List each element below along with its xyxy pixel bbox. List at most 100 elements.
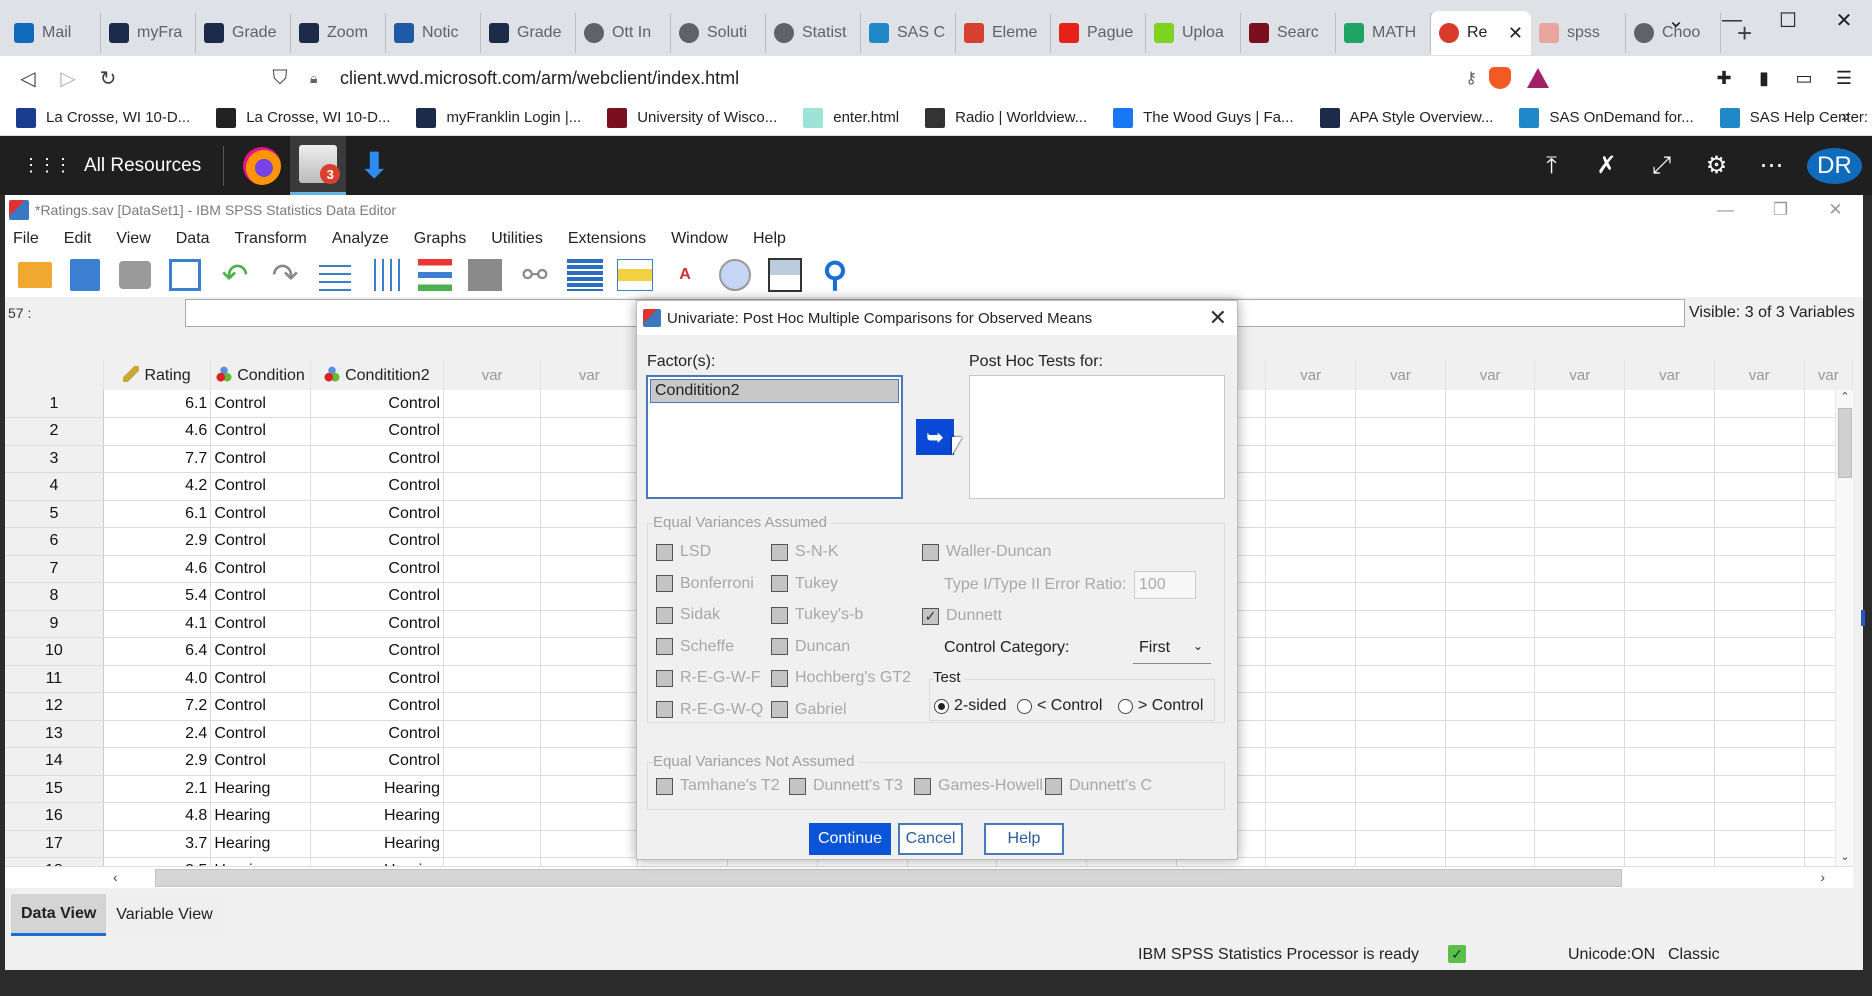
row-number[interactable]: 11 [5, 665, 104, 693]
empty-cell[interactable] [1265, 500, 1357, 528]
checkbox-box[interactable] [771, 669, 788, 687]
bookmark-item[interactable]: enter.html [803, 107, 899, 128]
checkbox-box[interactable] [771, 638, 788, 655]
cell-rating[interactable]: 4.8 [103, 802, 212, 831]
empty-cell[interactable] [1265, 692, 1357, 721]
empty-cell[interactable] [1355, 802, 1446, 831]
cell-rating[interactable]: 6.4 [103, 637, 212, 666]
empty-cell[interactable] [540, 857, 639, 866]
empty-cell[interactable] [1624, 555, 1715, 583]
cell-condition[interactable]: Control [210, 747, 311, 776]
empty-cell[interactable] [1445, 555, 1536, 583]
empty-cell[interactable] [1355, 692, 1446, 721]
browser-tab[interactable]: Grade [481, 13, 576, 53]
browser-tab[interactable]: Ott In [576, 13, 671, 53]
brave-rewards-icon[interactable] [1527, 68, 1549, 88]
browser-tab[interactable]: Pague [1051, 13, 1146, 53]
empty-cell[interactable] [1714, 445, 1805, 473]
empty-column-header[interactable]: var [1624, 360, 1715, 390]
column-header-conditition2[interactable]: Conditition2 [310, 360, 445, 390]
unpin-icon[interactable]: ✗ [1579, 151, 1634, 180]
all-resources-button[interactable]: All Resources [84, 155, 201, 177]
tab-data-view[interactable]: Data View [11, 894, 107, 936]
cell-rating[interactable]: 4.6 [103, 555, 212, 583]
cell-rating[interactable]: 2.9 [103, 747, 212, 776]
empty-column-header[interactable]: var [540, 360, 639, 390]
close-tab-icon[interactable]: ✕ [1508, 23, 1523, 44]
cell-condition2[interactable]: Hearing [310, 775, 445, 803]
empty-cell[interactable] [1714, 582, 1805, 611]
column-header-rating[interactable]: Rating [103, 360, 212, 390]
forward-icon[interactable]: ▷ [48, 66, 88, 91]
cell-condition2[interactable]: Control [310, 445, 445, 473]
empty-cell[interactable] [540, 472, 639, 501]
empty-cell[interactable] [1624, 775, 1715, 803]
row-number[interactable]: 9 [5, 610, 104, 638]
empty-cell[interactable] [1714, 500, 1805, 528]
empty-cell[interactable] [1714, 637, 1805, 666]
empty-cell[interactable] [1355, 665, 1446, 693]
empty-cell[interactable] [540, 582, 639, 611]
minimize-icon[interactable]: — [1704, 0, 1760, 40]
factor-item[interactable]: Conditition2 [650, 379, 899, 403]
empty-cell[interactable] [443, 692, 542, 721]
empty-cell[interactable] [540, 500, 639, 528]
empty-cell[interactable] [1265, 527, 1357, 556]
extensions-icon[interactable]: ✚ [1704, 68, 1744, 89]
bookmark-item[interactable]: La Crosse, WI 10-D... [216, 107, 390, 128]
cell-condition[interactable]: Hearing [210, 830, 311, 858]
find-binoculars-icon[interactable]: ⚯ [515, 256, 555, 294]
empty-cell[interactable] [540, 692, 639, 721]
empty-cell[interactable] [1445, 610, 1536, 638]
scroll-down-icon[interactable]: ⌄ [1836, 850, 1853, 866]
cell-rating[interactable]: 2.9 [103, 527, 212, 556]
scroll-right-icon[interactable]: › [1820, 869, 1825, 885]
cell-condition[interactable]: Control [210, 417, 311, 446]
back-icon[interactable]: ◁ [8, 66, 48, 91]
goto-variable-icon[interactable] [365, 256, 405, 294]
cell-condition2[interactable]: Hearing [310, 802, 445, 831]
empty-cell[interactable] [1714, 720, 1805, 748]
checkbox-box[interactable] [656, 543, 673, 561]
menu-data[interactable]: Data [176, 230, 210, 248]
checkbox-box[interactable] [789, 777, 806, 795]
restore-icon[interactable]: ❐ [1753, 195, 1808, 225]
empty-cell[interactable] [1355, 610, 1446, 638]
empty-cell[interactable] [1445, 582, 1536, 611]
empty-cell[interactable] [1445, 472, 1536, 501]
empty-cell[interactable] [1624, 527, 1715, 556]
cell-rating[interactable]: 7.2 [103, 692, 212, 721]
empty-cell[interactable] [540, 802, 639, 831]
cell-condition2[interactable]: Control [310, 720, 445, 748]
row-number[interactable]: 1 [5, 390, 104, 418]
empty-cell[interactable] [1265, 747, 1357, 776]
empty-cell[interactable] [443, 390, 542, 418]
radio-less-than-control[interactable]: < Control [1017, 697, 1102, 715]
empty-cell[interactable] [540, 637, 639, 666]
insert-cases-icon[interactable] [565, 256, 605, 294]
checkbox-box[interactable] [771, 606, 788, 624]
menu-transform[interactable]: Transform [235, 230, 307, 248]
cell-rating[interactable]: 3.5 [103, 857, 212, 866]
empty-cell[interactable] [443, 472, 542, 501]
cell-condition2[interactable]: Control [310, 582, 445, 611]
cell-condition2[interactable]: Control [310, 417, 445, 446]
empty-cell[interactable] [443, 830, 542, 858]
cell-condition2[interactable]: Control [310, 555, 445, 583]
empty-cell[interactable] [1624, 610, 1715, 638]
empty-cell[interactable] [1355, 857, 1446, 866]
empty-cell[interactable] [540, 527, 639, 556]
download-app-button[interactable]: ⬇ [346, 136, 402, 195]
checkbox-box[interactable] [656, 669, 673, 687]
empty-cell[interactable] [1624, 445, 1715, 473]
help-button[interactable]: Help [984, 823, 1064, 855]
empty-cell[interactable] [443, 527, 542, 556]
scroll-up-icon[interactable]: ⌃ [1836, 390, 1853, 406]
cell-condition2[interactable]: Control [310, 665, 445, 693]
row-number[interactable]: 4 [5, 472, 104, 501]
checkbox-tukey[interactable]: Tukey [771, 575, 838, 593]
menu-extensions[interactable]: Extensions [568, 230, 646, 248]
empty-cell[interactable] [1355, 637, 1446, 666]
bookmarks-more-button[interactable]: » [1841, 108, 1850, 126]
use-sets-icon[interactable] [715, 256, 755, 294]
